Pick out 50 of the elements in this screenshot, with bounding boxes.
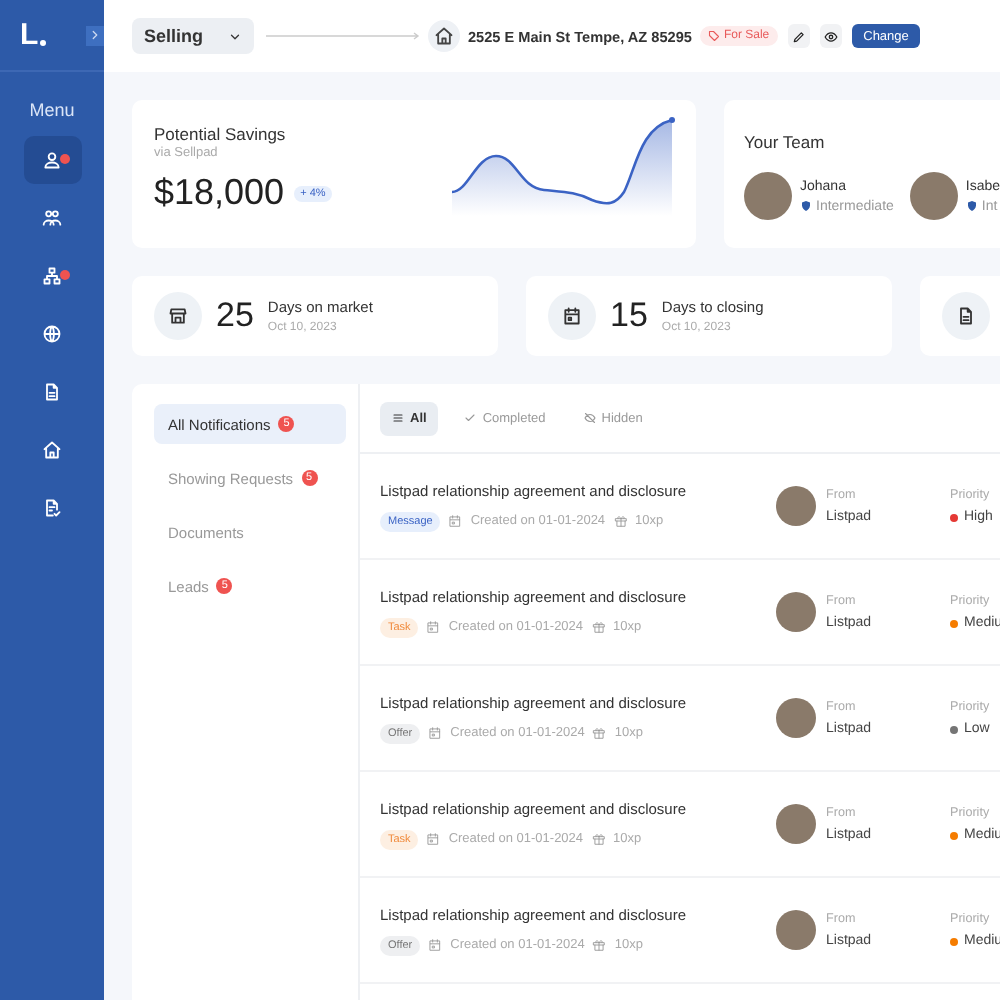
chevron-right-icon xyxy=(88,28,102,42)
stat-value: 15 xyxy=(610,296,648,336)
person-icon xyxy=(42,150,62,170)
document-icon xyxy=(956,306,976,326)
document-check-icon xyxy=(42,498,62,518)
document-icon xyxy=(42,382,62,402)
savings-amount: $18,000 xyxy=(154,172,285,214)
eye-icon xyxy=(823,29,838,43)
list-icon xyxy=(392,412,404,424)
house-icon xyxy=(434,26,454,46)
avatar xyxy=(776,804,816,844)
eye-slash-icon xyxy=(583,412,596,424)
logo: L xyxy=(20,18,47,52)
avatar xyxy=(776,910,816,950)
card-title: Potential Savings xyxy=(154,124,288,144)
gift-icon xyxy=(592,938,607,952)
pencil-icon xyxy=(791,29,806,43)
avatar xyxy=(776,486,816,526)
calendar-icon xyxy=(562,306,582,326)
avatar xyxy=(744,172,792,220)
view-button[interactable] xyxy=(819,24,842,48)
gift-icon xyxy=(613,514,628,528)
people-icon xyxy=(42,208,62,228)
calendar-icon xyxy=(428,726,443,740)
calendar-icon xyxy=(426,832,441,846)
storefront-icon xyxy=(168,306,188,326)
shield-icon xyxy=(965,200,978,212)
hierarchy-icon xyxy=(42,266,62,286)
shield-icon xyxy=(800,200,812,212)
nav-item[interactable] xyxy=(23,136,81,184)
house-icon xyxy=(42,440,62,460)
collapse-button[interactable] xyxy=(86,25,104,45)
avatar xyxy=(776,592,816,632)
globe-icon xyxy=(42,324,62,344)
menu-label: Menu xyxy=(29,100,75,120)
calendar-icon xyxy=(428,938,443,952)
tag-icon xyxy=(707,30,720,42)
avatar xyxy=(776,698,816,738)
gift-icon xyxy=(591,620,606,634)
calendar-icon xyxy=(448,514,463,528)
edit-button[interactable] xyxy=(787,24,810,48)
stat-value: 25 xyxy=(216,296,254,336)
avatar xyxy=(909,172,958,220)
gift-icon xyxy=(591,832,606,846)
mode-dropdown[interactable]: Selling xyxy=(132,18,254,54)
card-title: Your Team xyxy=(744,132,827,152)
check-icon xyxy=(464,412,477,424)
gift-icon xyxy=(592,726,607,740)
chevron-down-icon xyxy=(228,29,242,43)
calendar-icon xyxy=(426,620,441,634)
